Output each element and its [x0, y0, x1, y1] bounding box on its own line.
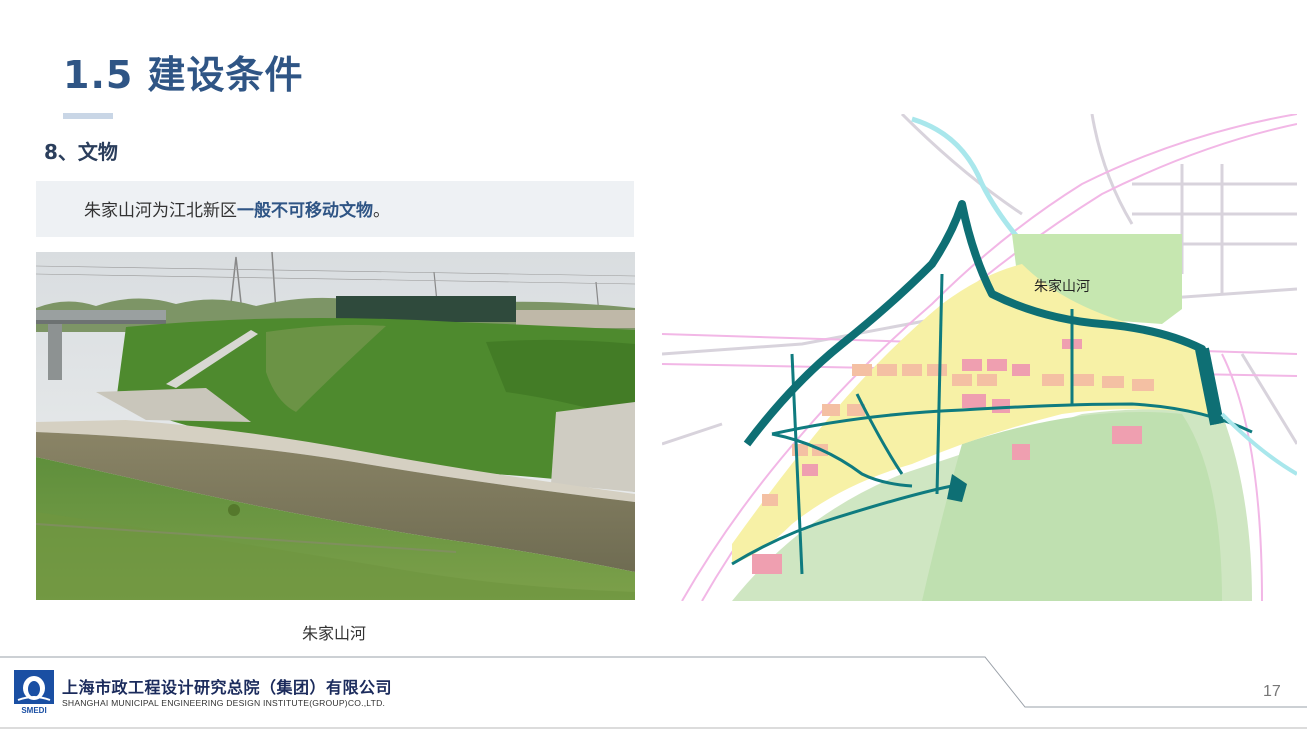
photo-caption: 朱家山河 — [302, 624, 367, 643]
description-highlight: 一般不可移动文物 — [237, 201, 373, 221]
planning-map: 朱家山河 — [662, 114, 1297, 601]
company-name-en: SHANGHAI MUNICIPAL ENGINEERING DESIGN IN… — [62, 698, 386, 708]
description-box: 朱家山河为江北新区一般不可移动文物。 — [36, 181, 634, 237]
company-name-cn: 上海市政工程设计研究总院（集团）有限公司 — [62, 678, 393, 697]
description-prefix: 朱家山河为江北新区 — [84, 201, 237, 221]
company-logo: SMEDI — [14, 670, 54, 715]
logo-text: SMEDI — [21, 706, 46, 714]
section-subheading: 8、文物 — [44, 140, 118, 164]
page-title: 1.5 建设条件 — [63, 53, 304, 97]
river-photo — [36, 252, 635, 600]
description-suffix: 。 — [373, 201, 390, 221]
description-text: 朱家山河为江北新区一般不可移动文物。 — [84, 196, 390, 221]
page-number: 17 — [1263, 683, 1281, 700]
map-river-label: 朱家山河 — [1034, 279, 1090, 295]
title-underline — [63, 113, 113, 119]
